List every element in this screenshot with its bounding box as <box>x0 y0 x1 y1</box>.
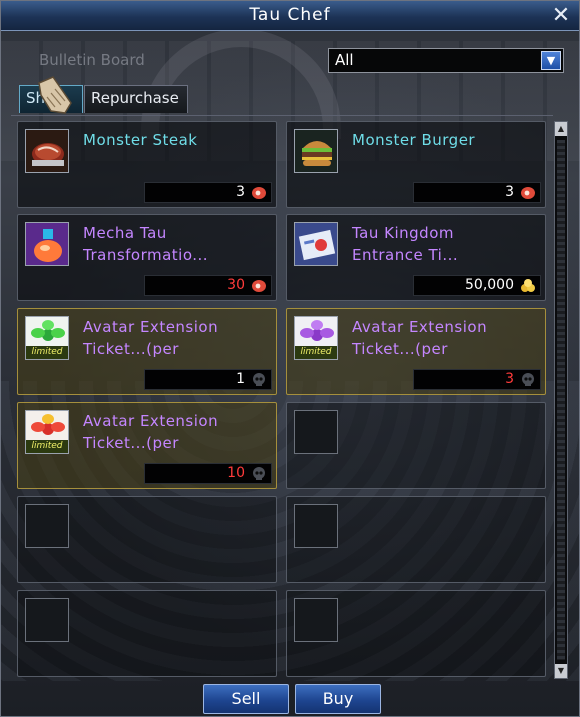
item-name: Avatar Extension Ticket...(per <box>83 412 219 452</box>
skull-icon <box>253 467 265 480</box>
meat-icon <box>252 280 266 292</box>
empty-slot <box>286 496 546 583</box>
empty-icon-slot <box>25 504 69 548</box>
red-ribbon-icon: limited <box>25 410 69 454</box>
chevron-down-icon[interactable]: ▼ <box>541 51 561 70</box>
sell-button[interactable]: Sell <box>203 684 289 714</box>
item-list-scrollbar[interactable]: ▲ ▼ <box>554 121 568 679</box>
item-price: 50,000 <box>465 277 514 293</box>
shop-item-avatar-extension-2[interactable]: limited Avatar Extension Ticket...(per 3 <box>286 308 546 395</box>
price-box: 3 <box>413 182 541 203</box>
bulletin-board-label: Bulletin Board <box>39 51 145 69</box>
empty-slot <box>286 402 546 489</box>
item-name: Avatar Extension Ticket...(per <box>352 318 488 358</box>
price-box: 3 <box>144 182 272 203</box>
empty-slot <box>17 590 277 677</box>
price-box: 1 <box>144 369 272 390</box>
price-box: 3 <box>413 369 541 390</box>
limited-badge: limited <box>26 346 68 359</box>
item-price: 3 <box>236 184 245 200</box>
shop-item-tau-kingdom-ticket[interactable]: Tau Kingdom Entrance Ti... 50,000 <box>286 214 546 301</box>
item-price: 3 <box>505 184 514 200</box>
buy-button[interactable]: Buy <box>295 684 381 714</box>
shop-window: Tau Chef ✕ Bulletin Board All ▼ Shop Rep… <box>0 0 580 717</box>
scroll-up-icon[interactable]: ▲ <box>555 122 567 136</box>
empty-slot <box>17 496 277 583</box>
item-price: 3 <box>505 371 514 387</box>
meat-icon <box>252 187 266 199</box>
price-box: 30 <box>144 275 272 296</box>
item-name: Tau Kingdom Entrance Ti... <box>352 224 459 264</box>
item-name: Monster Burger <box>352 131 476 149</box>
potion-icon <box>25 222 69 266</box>
empty-icon-slot <box>25 598 69 642</box>
price-box: 10 <box>144 463 272 484</box>
gold-coin-icon <box>521 279 535 292</box>
empty-icon-slot <box>294 410 338 454</box>
shop-item-avatar-extension-1[interactable]: limited Avatar Extension Ticket...(per 1 <box>17 308 277 395</box>
filter-selected-value: All <box>335 51 354 69</box>
price-box: 50,000 <box>413 275 541 296</box>
empty-icon-slot <box>294 598 338 642</box>
purple-ribbon-icon: limited <box>294 316 338 360</box>
empty-icon-slot <box>294 504 338 548</box>
window-title: Tau Chef <box>249 5 331 25</box>
scroll-down-icon[interactable]: ▼ <box>555 664 567 678</box>
scroll-track[interactable] <box>557 140 565 660</box>
ticket-icon <box>294 222 338 266</box>
shop-item-avatar-extension-3[interactable]: limited Avatar Extension Ticket...(per 10 <box>17 402 277 489</box>
burger-icon <box>294 129 338 173</box>
item-price: 10 <box>227 465 245 481</box>
shop-item-monster-burger[interactable]: Monster Burger 3 <box>286 121 546 208</box>
limited-badge: limited <box>295 346 337 359</box>
item-price: 1 <box>236 371 245 387</box>
close-icon[interactable]: ✕ <box>549 4 573 28</box>
empty-slot <box>286 590 546 677</box>
skull-icon <box>522 373 534 386</box>
tab-repurchase[interactable]: Repurchase <box>84 85 188 113</box>
shop-item-monster-steak[interactable]: Monster Steak 3 <box>17 121 277 208</box>
shop-item-mecha-tau[interactable]: Mecha Tau Transformatio... 30 <box>17 214 277 301</box>
skull-icon <box>253 373 265 386</box>
item-name: Avatar Extension Ticket...(per <box>83 318 219 358</box>
steak-icon <box>25 129 69 173</box>
category-filter-dropdown[interactable]: All ▼ <box>328 48 564 73</box>
title-bar[interactable]: Tau Chef ✕ <box>1 1 579 31</box>
limited-badge: limited <box>26 440 68 453</box>
item-price: 30 <box>227 277 245 293</box>
hand-cursor-icon <box>38 76 72 114</box>
green-ribbon-icon: limited <box>25 316 69 360</box>
item-name: Mecha Tau Transformatio... <box>83 224 209 264</box>
tab-repurchase-label: Repurchase <box>91 89 179 107</box>
item-name: Monster Steak <box>83 131 198 149</box>
meat-icon <box>521 187 535 199</box>
